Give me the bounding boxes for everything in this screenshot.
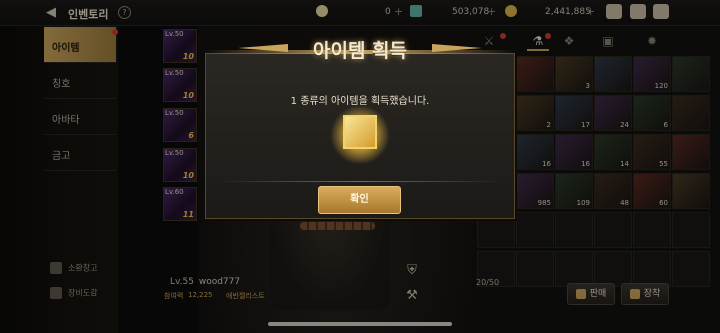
dialog-divider [215,181,505,182]
confirm-button[interactable]: 확인 [318,186,401,214]
dialog-title: 아이템 획득 [312,40,407,62]
home-indicator[interactable] [268,322,452,326]
acquired-item-icon[interactable] [343,115,377,149]
